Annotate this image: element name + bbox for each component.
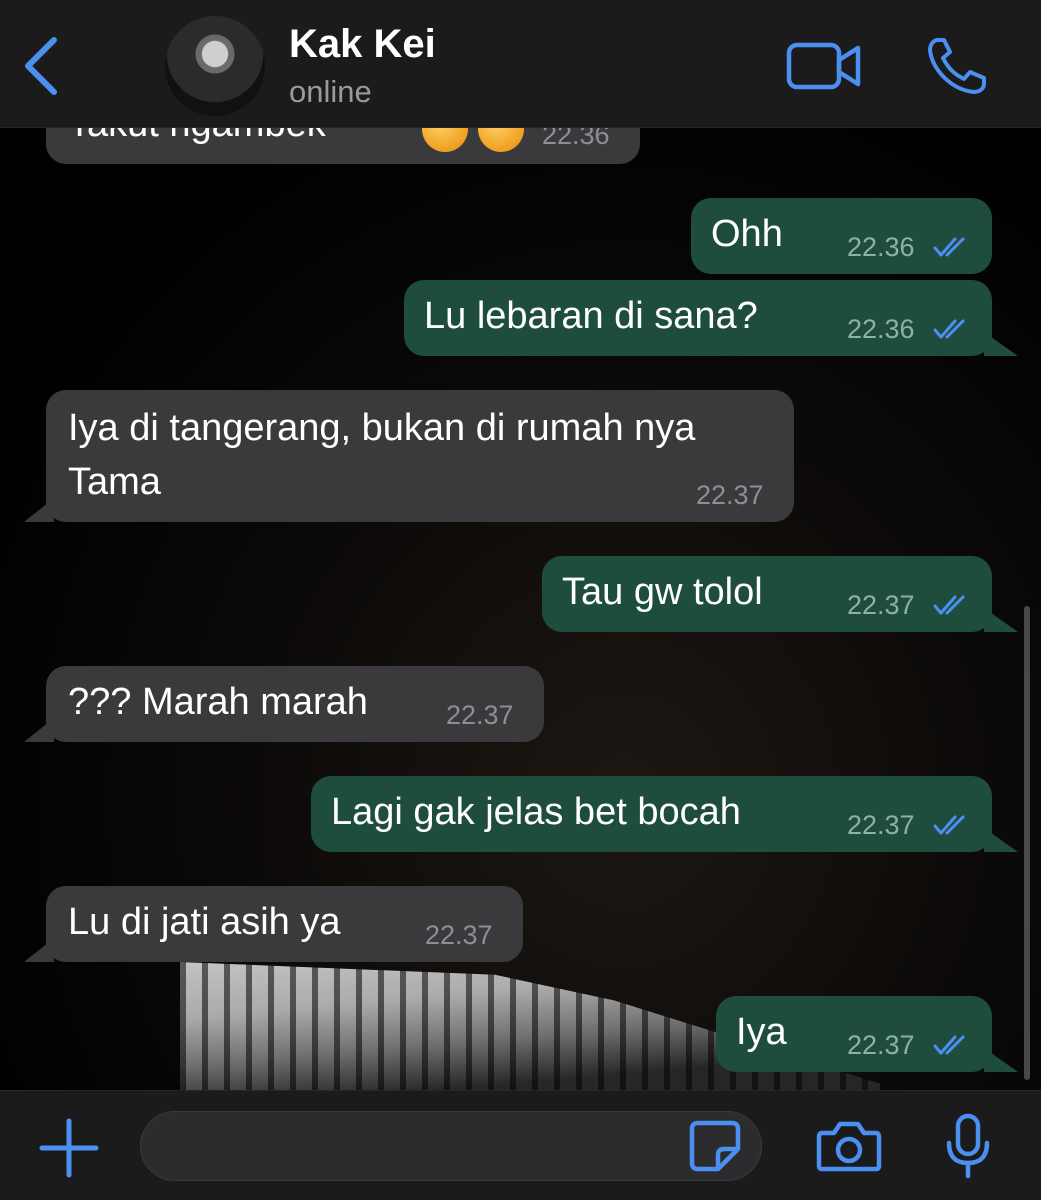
contact-name[interactable]: Kak Kei: [289, 22, 436, 67]
read-double-check-icon: [933, 815, 965, 835]
avatar[interactable]: [165, 16, 265, 116]
message-text: Ohh: [711, 213, 783, 255]
message-bubble-incoming[interactable]: Iya di tangerang, bukan di rumah nya Tam…: [24, 390, 794, 522]
composer-bar: [0, 1090, 1041, 1200]
read-double-check-icon: [933, 237, 965, 257]
microphone-icon[interactable]: [944, 1113, 992, 1179]
message-bubble-outgoing[interactable]: Lu lebaran di sana? 22.36: [404, 280, 1018, 356]
chevron-left-icon[interactable]: [20, 34, 64, 98]
message-time: 22.37: [446, 700, 514, 730]
message-time: 22.36: [847, 314, 915, 344]
read-double-check-icon: [933, 319, 965, 339]
message-bubble-outgoing[interactable]: Iya 22.37: [716, 996, 1018, 1072]
chat-screen: Takut ngambek 22.36 Ohh 22.36 Lu lebaran…: [0, 0, 1041, 1200]
camera-icon[interactable]: [816, 1119, 882, 1173]
read-double-check-icon: [933, 595, 965, 615]
message-time: 22.37: [696, 480, 764, 510]
message-text: Lagi gak jelas bet bocah: [331, 791, 741, 833]
plus-icon[interactable]: [38, 1117, 100, 1179]
contact-status: online: [289, 74, 372, 109]
message-bubble-outgoing[interactable]: Tau gw tolol 22.37: [542, 556, 1018, 632]
message-text: Iya: [736, 1011, 787, 1053]
message-text-line2: Tama: [68, 461, 161, 503]
message-input[interactable]: [140, 1111, 762, 1181]
message-time: 22.36: [847, 232, 915, 262]
message-text-line1: Iya di tangerang, bukan di rumah nya: [68, 407, 696, 449]
message-text: Lu di jati asih ya: [68, 901, 341, 943]
read-double-check-icon: [933, 1035, 965, 1055]
message-bubble-incoming[interactable]: Lu di jati asih ya 22.37: [24, 886, 523, 962]
chat-header: Kak Kei online: [0, 0, 1041, 128]
message-bubble-incoming[interactable]: ??? Marah marah 22.37: [24, 666, 544, 742]
message-bubble-outgoing[interactable]: Lagi gak jelas bet bocah 22.37: [311, 776, 1018, 852]
message-time: 22.37: [847, 1030, 915, 1060]
message-bubble-outgoing[interactable]: Ohh 22.36: [691, 198, 992, 274]
message-time: 22.37: [847, 590, 915, 620]
phone-icon[interactable]: [926, 36, 988, 96]
message-text: Tau gw tolol: [562, 571, 763, 613]
chat-scrollbar[interactable]: [1024, 606, 1030, 1080]
message-text: ??? Marah marah: [68, 681, 368, 723]
message-time: 22.37: [847, 810, 915, 840]
message-time: 22.37: [425, 920, 493, 950]
sticker-icon[interactable]: [688, 1119, 742, 1173]
message-text: Lu lebaran di sana?: [424, 295, 758, 337]
video-camera-icon[interactable]: [786, 40, 862, 92]
